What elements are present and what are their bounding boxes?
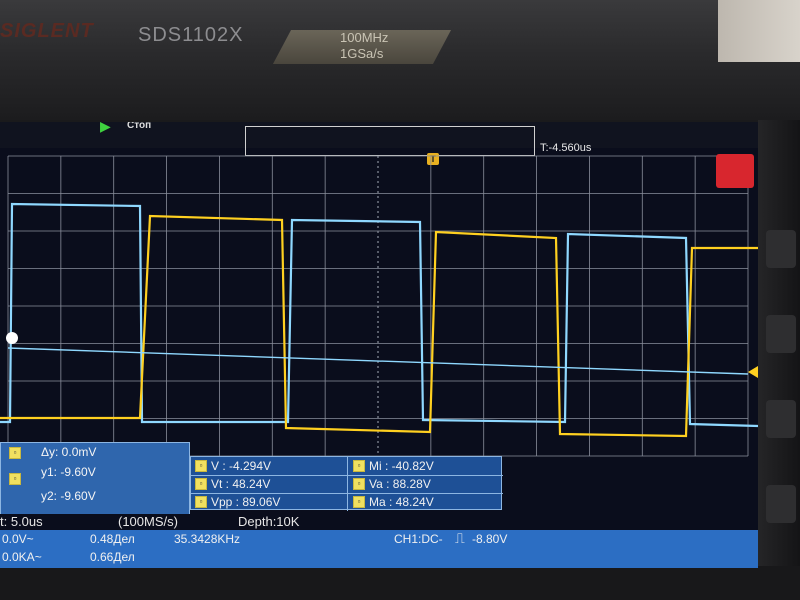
cursor-delta-y: Δy: 0.0mV — [41, 445, 97, 459]
meas-divider — [191, 493, 503, 494]
recording-indicator — [716, 154, 754, 188]
meas-ma-icon: ▫ — [353, 496, 365, 508]
cursor-y1-icon: ▫ — [9, 473, 21, 485]
cursor-y2: y2: -9.60V — [41, 489, 96, 503]
channel-info-bar: 0.0V~ 0.48Дел 35.3428KHz CH1:DC- ⎍ -8.80… — [0, 530, 758, 568]
softkey-3[interactable] — [766, 400, 796, 438]
meas-mi: Mi : -40.82V — [369, 459, 434, 473]
meas-va-icon: ▫ — [353, 478, 365, 490]
sample-rate: (100MS/s) — [118, 514, 178, 529]
memory-depth: Depth:10K — [238, 514, 300, 529]
softkey-1[interactable] — [766, 230, 796, 268]
meas-divider — [191, 475, 503, 476]
oscilloscope-screen: ▶ Стоп T:-4.560us T ▫ Δy: 0.0mV ▫ y1: -9… — [0, 122, 758, 568]
spec-samplerate: 1GSa/s — [340, 46, 384, 61]
ch2-reading: 0.66Дел — [90, 550, 135, 564]
channel-ground-marker — [6, 332, 18, 344]
cursor-icon: ▫ — [9, 447, 21, 459]
cursor-panel: ▫ Δy: 0.0mV ▫ y1: -9.60V y2: -9.60V — [0, 442, 190, 516]
meas-divider — [347, 457, 348, 511]
timebase: t: 5.0us — [0, 514, 43, 529]
meas-va: Va : 88.28V — [369, 477, 431, 491]
frequency-readout: 35.3428KHz — [174, 532, 241, 546]
ch1-offset: 0.0V~ — [2, 532, 34, 546]
background-wall — [718, 0, 800, 62]
trigger-info: CH1:DC- — [394, 532, 443, 546]
ch1-reading: 0.48Дел — [90, 532, 135, 546]
ch2-offset: 0.0KA~ — [2, 550, 42, 564]
softkey-2[interactable] — [766, 315, 796, 353]
meas-v-icon: ▫ — [195, 460, 207, 472]
brand-logo: SIGLENT — [0, 20, 94, 42]
meas-v: V : -4.294V — [211, 459, 272, 473]
meas-vpp-icon: ▫ — [195, 496, 207, 508]
cursor-y1: y1: -9.60V — [41, 465, 96, 479]
acquisition-status-row: t: 5.0us (100MS/s) Depth:10K — [0, 514, 758, 530]
device-bezel-bottom — [0, 566, 800, 600]
trigger-edge-icon: ⎍ — [455, 530, 465, 546]
meas-vt-icon: ▫ — [195, 478, 207, 490]
trigger-level-arrow — [748, 366, 758, 378]
trigger-status: Стоп — [127, 122, 152, 131]
meas-mi-icon: ▫ — [353, 460, 365, 472]
meas-ma: Ma : 48.24V — [369, 495, 434, 509]
softkey-4[interactable] — [766, 485, 796, 523]
measurement-panel: ▫ V : -4.294V ▫ Vt : 48.24V ▫ Vpp : 89.0… — [190, 456, 503, 511]
meas-vt: Vt : 48.24V — [211, 477, 271, 491]
model-label: SDS1102X — [138, 24, 244, 46]
spec-bandwidth: 100MHz — [340, 30, 389, 45]
waveform-grid — [0, 155, 758, 457]
trigger-level: -8.80V — [472, 532, 508, 546]
grid-lines — [7, 155, 749, 457]
run-status-icon: ▶ — [100, 122, 111, 134]
side-panel — [758, 120, 800, 600]
meas-vpp: Vpp : 89.06V — [211, 495, 281, 509]
